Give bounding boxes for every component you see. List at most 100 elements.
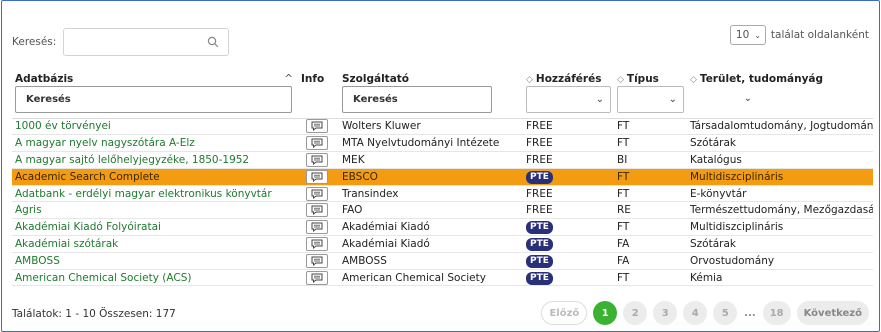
- access-text: FREE: [526, 153, 553, 166]
- field-cell: Orvostudomány: [690, 254, 775, 267]
- field-cell: Szótárak: [690, 137, 736, 150]
- access-cell: FREE: [523, 185, 614, 202]
- database-cell: AMBOSS: [12, 252, 295, 269]
- comment-icon: [311, 138, 323, 149]
- page-button-1[interactable]: 1: [593, 301, 618, 325]
- info-button[interactable]: [306, 253, 328, 268]
- info-button[interactable]: [306, 136, 328, 151]
- info-button[interactable]: [306, 186, 328, 201]
- access-badge: PTE: [526, 271, 553, 285]
- comment-icon: [311, 155, 323, 165]
- col-field[interactable]: ◇ Terület, tudományág: [687, 72, 873, 86]
- database-link[interactable]: Akadémiai Kiadó Folyóiratai: [15, 221, 161, 233]
- col-type[interactable]: ◇ Típus: [614, 72, 687, 86]
- info-cell: [295, 118, 339, 135]
- page-button-2[interactable]: 2: [623, 301, 648, 325]
- result-summary: Találatok: 1 - 10 Összesen: 177: [12, 308, 176, 320]
- provider-filter-input[interactable]: Keresés: [342, 86, 492, 113]
- per-page-label: találat oldalanként: [770, 29, 869, 41]
- type-cell: FT: [617, 271, 630, 284]
- info-button[interactable]: [306, 169, 328, 184]
- chevron-down-icon: ⌄: [668, 94, 677, 105]
- database-cell: Akadémiai Kiadó Folyóiratai: [12, 219, 295, 236]
- sort-icon: ◇: [690, 75, 697, 85]
- access-filter-select[interactable]: ⌄: [526, 86, 611, 113]
- database-cell: A magyar sajtó lelőhelyjegyzéke, 1850-19…: [12, 152, 295, 169]
- col-access[interactable]: ◇ Hozzáférés: [523, 72, 614, 86]
- table-row: Agris FAO FREE RE Természettudomány, Mezőgaz…: [12, 202, 873, 219]
- access-badge: PTE: [526, 254, 553, 268]
- comment-icon: [311, 121, 323, 132]
- database-link[interactable]: AMBOSS: [15, 255, 60, 267]
- field-cell: Természettudomány, Mezőgazdaság: [690, 204, 873, 217]
- pagination: Előző 1 2 3 4 5 ... 18 Következő: [541, 301, 869, 325]
- access-cell: PTE: [523, 269, 614, 286]
- comment-icon: [311, 273, 323, 283]
- page-button-4[interactable]: 4: [683, 301, 708, 325]
- table-row: A magyar nyelv nagyszótára A-Elz MTA Nyel…: [12, 135, 873, 152]
- provider-cell: Akadémiai Kiadó: [342, 237, 430, 250]
- sort-icon: ◇: [526, 75, 533, 85]
- database-link[interactable]: American Chemical Society (ACS): [15, 272, 191, 284]
- table-row: Akadémiai szótárak Akadémiai Kiadó PTE FA Sz…: [12, 236, 873, 253]
- per-page-select[interactable]: 10 ⌄: [729, 25, 766, 45]
- type-cell: FA: [617, 254, 630, 267]
- page-button-last[interactable]: 18: [762, 301, 791, 325]
- database-cell: 1000 év törvényei: [12, 118, 295, 135]
- database-link[interactable]: Academic Search Complete: [15, 171, 160, 183]
- page-button-3[interactable]: 3: [653, 301, 678, 325]
- type-cell: FA: [617, 237, 630, 250]
- search-input[interactable]: [63, 28, 229, 56]
- prev-page-button[interactable]: Előző: [541, 301, 588, 325]
- field-cell: Társadalomtudomány, Jogtudomány: [690, 120, 873, 133]
- database-link[interactable]: A magyar nyelv nagyszótára A-Elz: [15, 137, 195, 149]
- database-link[interactable]: Agris: [15, 204, 42, 216]
- info-button[interactable]: [306, 152, 328, 167]
- col-provider[interactable]: Szolgáltató: [339, 72, 523, 86]
- page-button-5[interactable]: 5: [713, 301, 738, 325]
- database-link[interactable]: Akadémiai szótárak: [15, 238, 118, 250]
- col-info: Info: [301, 73, 325, 85]
- provider-cell: MEK: [342, 153, 365, 166]
- info-cell: [295, 219, 339, 236]
- database-link[interactable]: Adatbank - erdélyi magyar elektronikus k…: [15, 188, 272, 200]
- search-label: Keresés:: [12, 36, 57, 48]
- per-page-value: 10: [735, 29, 750, 41]
- type-cell: FT: [617, 120, 630, 133]
- provider-cell: Akadémiai Kiadó: [342, 221, 430, 234]
- comment-icon: [311, 189, 323, 199]
- type-filter-select[interactable]: ⌄: [617, 86, 684, 113]
- access-badge: PTE: [526, 237, 553, 251]
- database-filter-input[interactable]: Keresés: [15, 86, 292, 113]
- database-link[interactable]: 1000 év törvényei: [15, 120, 111, 132]
- table-row: Adatbank - erdélyi magyar elektronikus k…: [12, 185, 873, 202]
- info-cell: [295, 252, 339, 269]
- provider-cell: American Chemical Society: [342, 271, 486, 284]
- access-cell: FREE: [523, 135, 614, 152]
- comment-icon: [311, 256, 323, 266]
- table-row: AMBOSS AMBOSS PTE FA Orvostudomány: [12, 252, 873, 270]
- col-database[interactable]: Adatbázis ^: [12, 72, 295, 86]
- database-cell: Akadémiai szótárak: [12, 236, 295, 253]
- database-list-panel: Keresés: 10 ⌄ találat oldalanként Adatbá…: [1, 0, 880, 332]
- field-filter-select[interactable]: ⌄: [690, 86, 758, 113]
- sort-icon: ◇: [617, 75, 624, 85]
- database-link[interactable]: A magyar sajtó lelőhelyjegyzéke, 1850-19…: [15, 154, 249, 166]
- info-button[interactable]: [306, 203, 328, 218]
- info-button[interactable]: [306, 220, 328, 235]
- provider-cell: Wolters Kluwer: [342, 120, 421, 133]
- provider-cell: EBSCO: [339, 168, 523, 186]
- database-cell: Agris: [12, 202, 295, 219]
- next-page-button[interactable]: Következő: [796, 301, 869, 325]
- info-button[interactable]: [306, 119, 328, 134]
- search-icon: [207, 36, 219, 48]
- access-badge: PTE: [526, 221, 553, 235]
- database-cell: A magyar nyelv nagyszótára A-Elz: [12, 135, 295, 152]
- info-button[interactable]: [306, 236, 328, 251]
- info-button[interactable]: [306, 270, 328, 285]
- type-cell: BI: [617, 153, 628, 166]
- per-page-control: 10 ⌄ találat oldalanként: [729, 25, 869, 45]
- table-row: A magyar sajtó lelőhelyjegyzéke, 1850-19…: [12, 152, 873, 169]
- comment-icon: [311, 239, 323, 249]
- type-cell: FT: [617, 187, 630, 200]
